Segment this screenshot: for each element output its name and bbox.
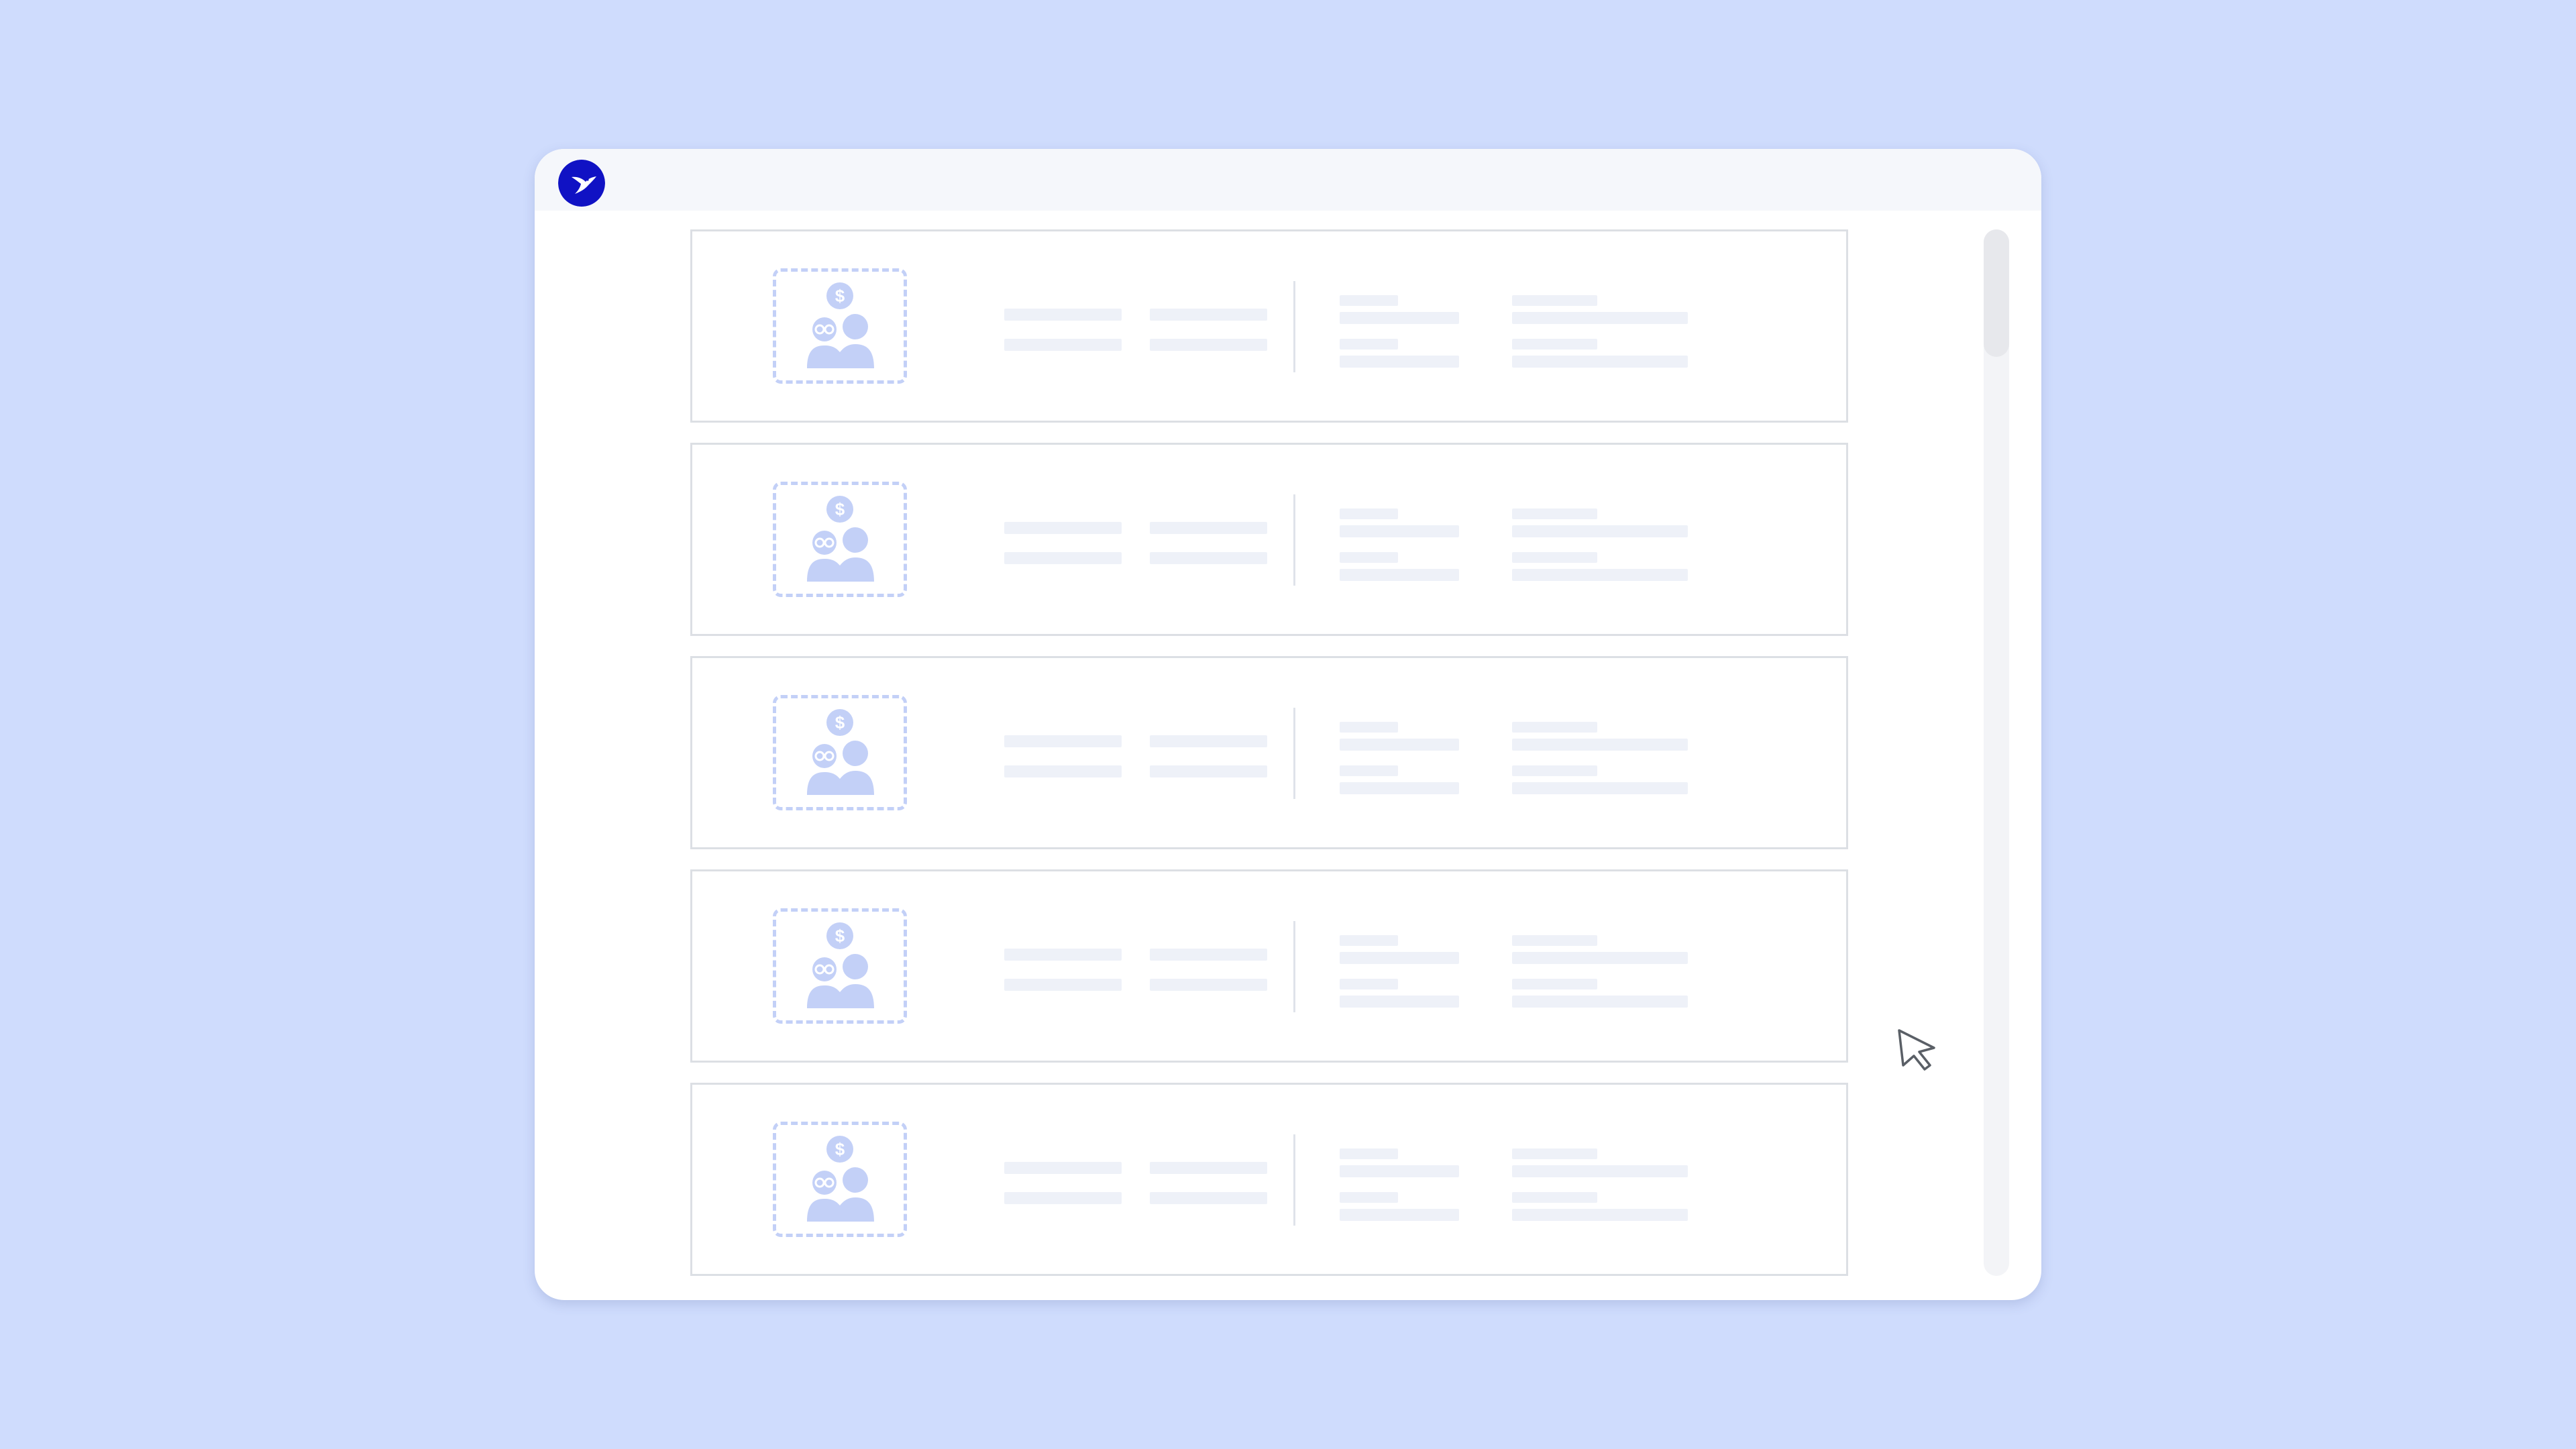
skeleton-line <box>1340 356 1459 368</box>
skeleton-line <box>1512 569 1688 581</box>
skeleton-line <box>1004 979 1122 991</box>
skeleton-line <box>1512 1148 1597 1159</box>
skeleton-line <box>1512 508 1597 519</box>
skeleton-line <box>1512 979 1597 989</box>
skeleton-line <box>1340 525 1459 537</box>
skeleton-line <box>1340 312 1459 324</box>
skeleton-line <box>1150 1192 1267 1204</box>
skeleton-line <box>1340 739 1459 751</box>
skeleton-line <box>1512 356 1688 368</box>
skeleton-line <box>1150 552 1267 564</box>
skeleton-line <box>1512 552 1597 563</box>
skeleton-line <box>1340 1148 1398 1159</box>
user-payment-icon: $ <box>807 496 874 582</box>
skeleton-line <box>1512 996 1688 1008</box>
list-item[interactable]: $ <box>690 229 1848 423</box>
skeleton-line <box>1340 722 1398 733</box>
skeleton-line <box>1150 979 1267 991</box>
skeleton-line <box>1512 312 1688 324</box>
list-item[interactable]: $ <box>690 1083 1848 1276</box>
hummingbird-logo-icon[interactable] <box>558 160 605 207</box>
column-divider <box>1293 1134 1295 1226</box>
svg-text:$: $ <box>835 712 845 733</box>
skeleton-line <box>1150 522 1267 534</box>
skeleton-line <box>1004 522 1122 534</box>
user-payment-icon: $ <box>807 709 874 795</box>
skeleton-line <box>1150 735 1267 747</box>
skeleton-line <box>1340 552 1398 563</box>
skeleton-line <box>1004 339 1122 351</box>
scrollbar-track[interactable] <box>1984 229 2009 1276</box>
skeleton-line <box>1512 782 1688 794</box>
skeleton-line <box>1340 1165 1459 1177</box>
skeleton-line <box>1340 508 1398 519</box>
desktop-background: $ $ $ $ $ <box>0 0 2576 1449</box>
svg-text:$: $ <box>835 499 845 519</box>
user-payment-icon: $ <box>807 922 874 1008</box>
skeleton-line <box>1512 765 1597 776</box>
column-divider <box>1293 921 1295 1012</box>
column-divider <box>1293 494 1295 586</box>
image-placeholder: $ <box>773 695 907 810</box>
skeleton-line <box>1340 782 1459 794</box>
skeleton-line <box>1340 569 1459 581</box>
skeleton-line <box>1150 339 1267 351</box>
svg-text:$: $ <box>835 286 845 306</box>
column-divider <box>1293 708 1295 799</box>
skeleton-line <box>1340 295 1398 306</box>
skeleton-line <box>1340 1209 1459 1221</box>
skeleton-line <box>1340 996 1459 1008</box>
skeleton-line <box>1340 339 1398 350</box>
skeleton-line <box>1150 949 1267 961</box>
skeleton-line <box>1004 949 1122 961</box>
skeleton-line <box>1340 979 1398 989</box>
image-placeholder: $ <box>773 482 907 597</box>
mouse-pointer-icon <box>1898 1029 1935 1071</box>
skeleton-line <box>1512 935 1597 946</box>
skeleton-line <box>1512 952 1688 964</box>
skeleton-line <box>1512 739 1688 751</box>
skeleton-line <box>1004 735 1122 747</box>
skeleton-line <box>1004 765 1122 777</box>
skeleton-line <box>1512 525 1688 537</box>
skeleton-line <box>1150 1162 1267 1174</box>
user-payment-icon: $ <box>807 282 874 368</box>
list-item[interactable]: $ <box>690 443 1848 636</box>
skeleton-line <box>1004 552 1122 564</box>
skeleton-line <box>1512 722 1597 733</box>
record-list: $ $ $ $ $ <box>690 229 1848 1276</box>
skeleton-line <box>1512 1165 1688 1177</box>
svg-text:$: $ <box>835 1139 845 1159</box>
image-placeholder: $ <box>773 1122 907 1237</box>
list-item[interactable]: $ <box>690 656 1848 849</box>
user-payment-icon: $ <box>807 1136 874 1222</box>
skeleton-line <box>1004 1192 1122 1204</box>
skeleton-line <box>1340 935 1398 946</box>
skeleton-line <box>1150 765 1267 777</box>
list-item[interactable]: $ <box>690 869 1848 1063</box>
title-bar <box>535 149 2041 211</box>
app-window: $ $ $ $ $ <box>535 149 2041 1300</box>
image-placeholder: $ <box>773 268 907 384</box>
skeleton-line <box>1340 952 1459 964</box>
skeleton-line <box>1004 309 1122 321</box>
skeleton-line <box>1150 309 1267 321</box>
skeleton-line <box>1512 1209 1688 1221</box>
skeleton-line <box>1340 765 1398 776</box>
skeleton-line <box>1512 1192 1597 1203</box>
image-placeholder: $ <box>773 908 907 1024</box>
scrollbar-thumb[interactable] <box>1984 229 2009 357</box>
skeleton-line <box>1004 1162 1122 1174</box>
column-divider <box>1293 281 1295 372</box>
skeleton-line <box>1340 1192 1398 1203</box>
svg-text:$: $ <box>835 926 845 946</box>
skeleton-line <box>1512 339 1597 350</box>
skeleton-line <box>1512 295 1597 306</box>
